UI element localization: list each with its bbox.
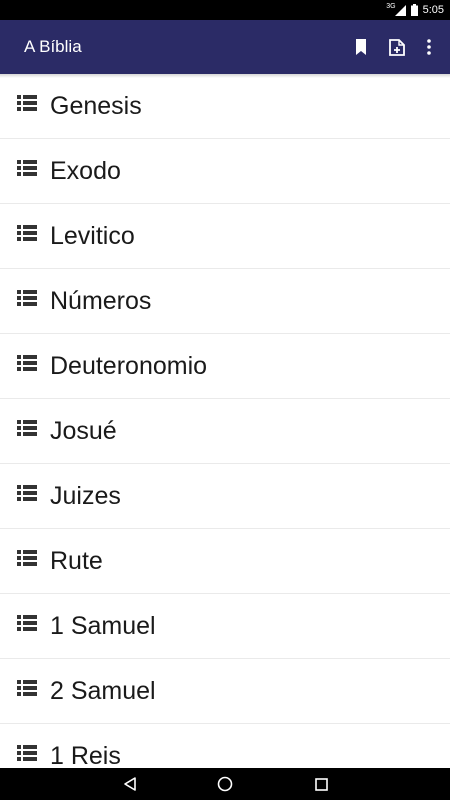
more-options-button[interactable] — [411, 20, 447, 74]
recents-button[interactable] — [301, 768, 341, 800]
app-bar-shadow — [0, 74, 450, 78]
bookmark-icon — [356, 39, 366, 55]
app-title: A Bíblia — [24, 37, 82, 56]
signal-icon — [394, 4, 406, 16]
book-name: Josué — [50, 417, 117, 445]
book-name: Números — [50, 287, 152, 315]
app-bar: A Bíblia — [0, 20, 450, 74]
list-icon — [17, 680, 37, 696]
book-name: Juizes — [50, 482, 121, 510]
book-list-item[interactable]: 1 Samuel — [0, 594, 450, 659]
list-icon — [17, 745, 37, 761]
list-icon — [17, 550, 37, 566]
book-list-item[interactable]: Genesis — [0, 74, 450, 139]
list-icon — [17, 225, 37, 241]
list-icon — [17, 485, 37, 501]
book-list-item[interactable]: 2 Samuel — [0, 659, 450, 724]
list-icon — [17, 160, 37, 176]
book-list-item[interactable]: Josué — [0, 399, 450, 464]
recents-icon — [314, 777, 328, 791]
add-document-icon — [389, 38, 405, 56]
book-list-item[interactable]: Juizes — [0, 464, 450, 529]
book-name: 2 Samuel — [50, 677, 156, 705]
book-list: Genesis Exodo Levitico Números Deuteronomio J… — [0, 74, 450, 768]
book-name: 1 Samuel — [50, 612, 156, 640]
book-list-item[interactable]: Exodo — [0, 139, 450, 204]
more-vert-icon — [427, 39, 431, 55]
list-icon — [17, 615, 37, 631]
list-icon — [17, 420, 37, 436]
status-bar: 3G 5:05 — [0, 0, 450, 20]
home-icon — [217, 776, 233, 792]
back-icon — [124, 777, 136, 791]
list-icon — [17, 95, 37, 111]
book-name: Exodo — [50, 157, 121, 185]
navigation-bar — [0, 768, 450, 800]
book-name: Genesis — [50, 92, 142, 120]
book-name: Levitico — [50, 222, 135, 250]
book-name: Rute — [50, 547, 103, 575]
back-button[interactable] — [110, 768, 150, 800]
home-button[interactable] — [205, 768, 245, 800]
status-indicators: 3G 5:05 — [386, 0, 444, 20]
book-list-item[interactable]: Levitico — [0, 204, 450, 269]
book-list-item[interactable]: 1 Reis — [0, 724, 450, 768]
battery-icon — [410, 4, 418, 16]
book-list-item[interactable]: Rute — [0, 529, 450, 594]
bookmark-button[interactable] — [343, 20, 379, 74]
book-name: 1 Reis — [50, 742, 121, 768]
book-name: Deuteronomio — [50, 352, 208, 380]
add-document-button[interactable] — [379, 20, 415, 74]
list-icon — [17, 355, 37, 371]
list-icon — [17, 290, 37, 306]
network-type: 3G — [386, 2, 396, 10]
book-list-item[interactable]: Deuteronomio — [0, 334, 450, 399]
status-time: 5:05 — [422, 4, 444, 16]
book-list-item[interactable]: Números — [0, 269, 450, 334]
